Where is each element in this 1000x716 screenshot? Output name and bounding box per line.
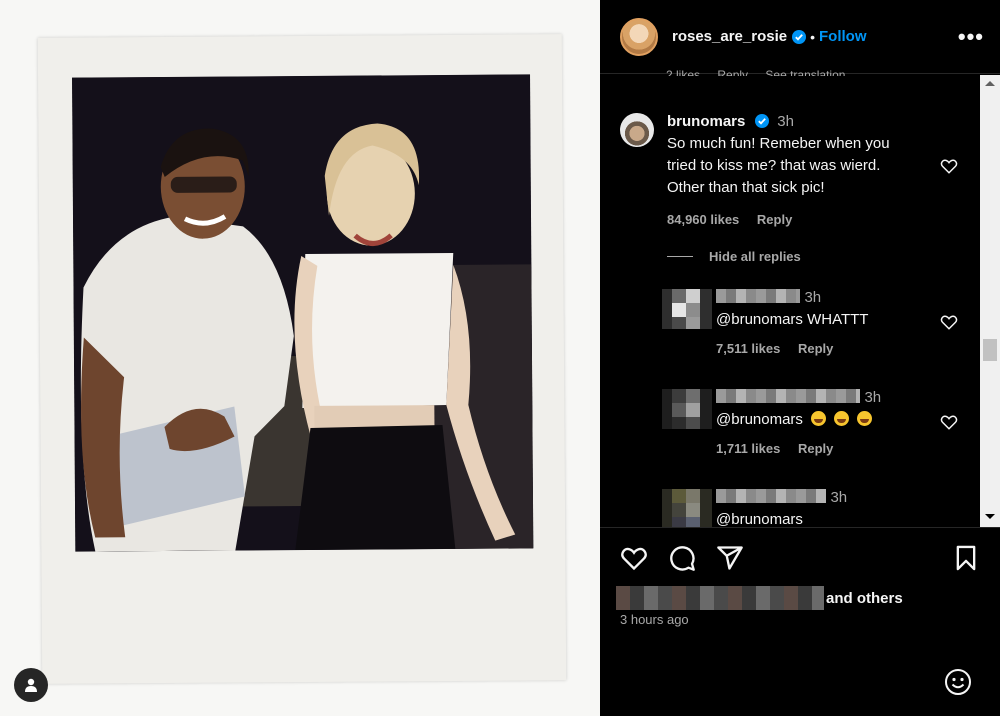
- verified-icon: [754, 114, 769, 128]
- reply-like-heart-icon[interactable]: [940, 313, 958, 331]
- user-icon: [25, 678, 37, 692]
- reply-likes[interactable]: 1,711 likes: [716, 441, 780, 456]
- post-actions-footer: and others 3 hours ago: [600, 527, 1000, 716]
- comment-meta: 84,960 likes Reply: [667, 212, 917, 227]
- blurred-username[interactable]: [716, 489, 826, 503]
- reply-likes[interactable]: 7,511 likes: [716, 341, 780, 356]
- comment-reply-button[interactable]: Reply: [757, 212, 792, 227]
- scrollbar-thumb[interactable]: [983, 339, 997, 361]
- polaroid-frame: [37, 34, 567, 684]
- comments-scroll-area[interactable]: brunomars 3h So much fun! Remeber when y…: [600, 75, 980, 527]
- laughing-emoji-icon: [857, 411, 873, 426]
- reply-meta: 7,511 likes Reply: [716, 341, 936, 356]
- author-username[interactable]: roses_are_rosie: [672, 28, 787, 45]
- reply-time: 3h: [830, 489, 848, 506]
- reply-time: 3h: [804, 289, 822, 306]
- scroll-down-arrow-icon[interactable]: [985, 514, 995, 519]
- liked-by-others[interactable]: and others: [826, 590, 903, 607]
- emoji-icon[interactable]: [944, 668, 972, 696]
- reply-time: 3h: [864, 389, 882, 406]
- reply-mention[interactable]: @brunomars: [716, 411, 803, 428]
- post-timestamp: 3 hours ago: [620, 612, 689, 627]
- commenter-username[interactable]: brunomars: [667, 113, 745, 130]
- reply-like-heart-icon[interactable]: [940, 413, 958, 431]
- comments-scrollbar[interactable]: [980, 75, 1000, 527]
- reply-text: @brunomars: [716, 411, 936, 428]
- post-header: roses_are_rosie • Follow •••: [600, 0, 1000, 74]
- heart-icon[interactable]: [620, 544, 648, 572]
- hide-replies-label: Hide all replies: [709, 249, 801, 264]
- reply-reply-button[interactable]: Reply: [798, 341, 833, 356]
- laughing-emoji-icon: [834, 411, 850, 426]
- share-icon[interactable]: [716, 544, 744, 572]
- comments-panel: roses_are_rosie • Follow ••• 2 likes Rep…: [600, 0, 1000, 716]
- reply-text: @brunomars WHATTT: [716, 311, 869, 328]
- reply-text: @brunomars: [716, 511, 803, 527]
- verified-icon: [792, 29, 807, 44]
- commenter-avatar[interactable]: [620, 113, 654, 147]
- laughing-emoji-icon: [811, 411, 827, 426]
- comment-icon[interactable]: [668, 544, 696, 572]
- reply-meta: 1,711 likes Reply: [716, 441, 936, 456]
- liked-by-row[interactable]: and others: [616, 586, 903, 610]
- comment-text: So much fun! Remeber when you tried to k…: [667, 135, 890, 196]
- follow-button[interactable]: Follow: [819, 28, 867, 45]
- bookmark-icon[interactable]: [952, 544, 980, 572]
- replies-divider: [667, 256, 693, 257]
- header-separator: •: [810, 28, 815, 45]
- reply-avatar-blurred[interactable]: [662, 389, 712, 429]
- comment-likes[interactable]: 84,960 likes: [667, 212, 739, 227]
- reply-avatar-blurred[interactable]: [662, 289, 712, 329]
- user-tag-button[interactable]: [14, 668, 48, 702]
- reply-avatar-blurred[interactable]: [662, 489, 712, 527]
- author-avatar[interactable]: [620, 17, 658, 56]
- blurred-username[interactable]: [716, 389, 860, 403]
- more-options-button[interactable]: •••: [958, 24, 984, 50]
- post-photo: [72, 74, 534, 552]
- liked-by-blurred-users[interactable]: [616, 586, 824, 610]
- comment-like-heart-icon[interactable]: [940, 157, 958, 175]
- comment-time: 3h: [777, 113, 794, 130]
- reply-reply-button[interactable]: Reply: [798, 441, 833, 456]
- scroll-up-arrow-icon[interactable]: [985, 81, 995, 86]
- post-media[interactable]: [0, 0, 600, 716]
- blurred-username[interactable]: [716, 289, 800, 303]
- hide-replies-toggle[interactable]: Hide all replies: [667, 249, 801, 264]
